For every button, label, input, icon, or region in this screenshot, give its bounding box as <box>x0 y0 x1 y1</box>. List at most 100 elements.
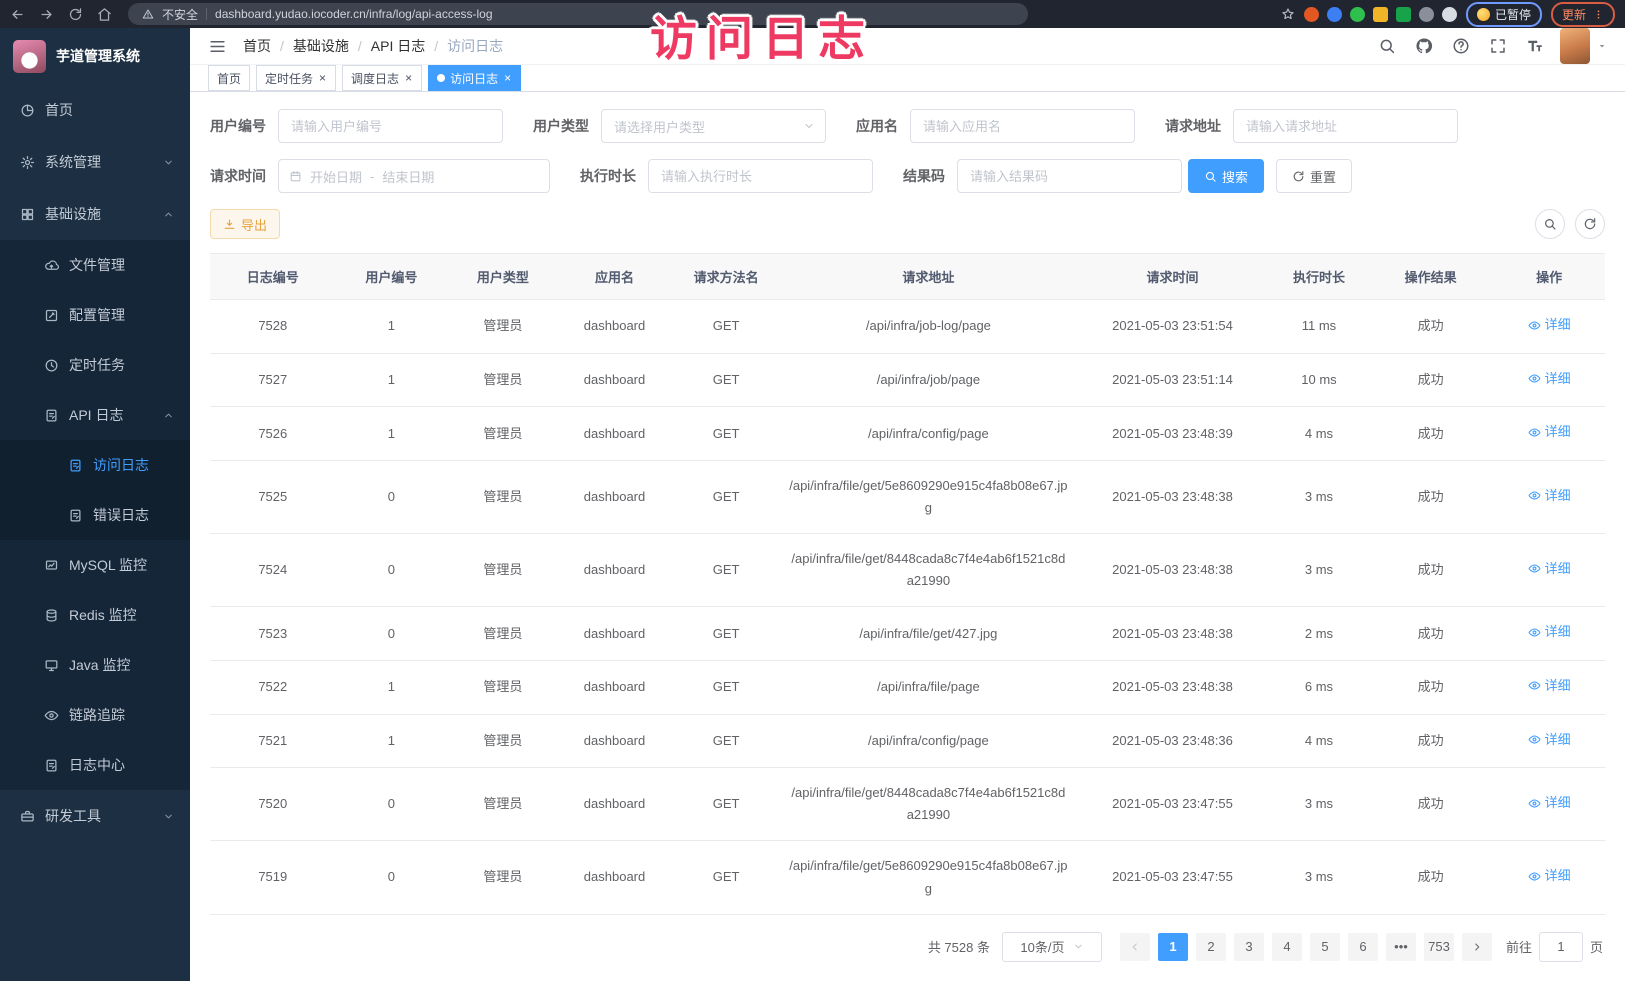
sidebar-item-dev-tools[interactable]: 研发工具 <box>0 790 190 842</box>
start-date-placeholder: 开始日期 <box>310 167 362 186</box>
page-button-5[interactable]: 5 <box>1310 933 1340 961</box>
toggle-search-button[interactable] <box>1535 209 1565 239</box>
browser-forward-icon[interactable] <box>39 7 54 22</box>
breadcrumb-item[interactable]: API 日志 <box>371 36 425 56</box>
sidebar-item-file[interactable]: 文件管理 <box>0 240 190 290</box>
request-time-range-picker[interactable]: 开始日期 - 结束日期 <box>278 159 550 193</box>
browser-home-icon[interactable] <box>97 7 112 22</box>
api-log-icon <box>44 408 59 423</box>
sidebar-item-java[interactable]: Java 监控 <box>0 640 190 690</box>
sidebar-item-trace[interactable]: 链路追踪 <box>0 690 190 740</box>
table-cell: 7527 <box>210 353 336 407</box>
table-cell: dashboard <box>559 714 671 768</box>
app-logo[interactable]: 芋道管理系统 <box>0 28 190 84</box>
reset-button[interactable]: 重置 <box>1276 159 1352 193</box>
detail-link[interactable]: 详细 <box>1528 675 1571 697</box>
github-icon[interactable] <box>1415 37 1433 55</box>
tags-view: 首页定时任务×调度日志×访问日志× <box>190 65 1625 92</box>
sidebar-item-infra[interactable]: 基础设施 <box>0 188 190 240</box>
detail-link[interactable]: 详细 <box>1528 729 1571 751</box>
page-button-3[interactable]: 3 <box>1234 933 1264 961</box>
breadcrumb-item[interactable]: 首页 <box>243 36 271 56</box>
page-button-2[interactable]: 2 <box>1196 933 1226 961</box>
duration-input[interactable] <box>648 159 873 193</box>
sidebar-item-mysql[interactable]: MySQL 监控 <box>0 540 190 590</box>
detail-label: 详细 <box>1545 368 1571 390</box>
goto-page-input[interactable] <box>1539 932 1583 962</box>
browser-back-icon[interactable] <box>10 7 25 22</box>
user-avatar <box>1560 28 1590 64</box>
sidebar-item-redis[interactable]: Redis 监控 <box>0 590 190 640</box>
sidebar-item-config[interactable]: 配置管理 <box>0 290 190 340</box>
page-button-last[interactable]: 753 <box>1424 933 1454 961</box>
header-search-icon[interactable] <box>1378 37 1396 55</box>
tab-定时任务[interactable]: 定时任务× <box>256 65 336 91</box>
more-pages-button[interactable]: ••• <box>1386 933 1416 961</box>
home-icon <box>20 103 35 118</box>
browser-reload-icon[interactable] <box>68 7 83 22</box>
sidebar-item-error-log[interactable]: 错误日志 <box>0 490 190 540</box>
sidebar-item-api-log[interactable]: API 日志 <box>0 390 190 440</box>
close-icon[interactable]: × <box>404 72 413 84</box>
page-button-4[interactable]: 4 <box>1272 933 1302 961</box>
page-button-6[interactable]: 6 <box>1348 933 1378 961</box>
detail-link[interactable]: 详细 <box>1528 368 1571 390</box>
address-bar[interactable]: 不安全 dashboard.yudao.iocoder.cn/infra/log… <box>128 3 1028 25</box>
prev-page-button[interactable] <box>1120 933 1150 961</box>
sidebar-item-job[interactable]: 定时任务 <box>0 340 190 390</box>
page-size-select[interactable]: 10条/页 <box>1002 932 1102 962</box>
extension-blue-shield-icon[interactable] <box>1327 7 1342 22</box>
extension-orange-donut-icon[interactable] <box>1304 7 1319 22</box>
detail-link[interactable]: 详细 <box>1528 485 1571 507</box>
tab-访问日志[interactable]: 访问日志× <box>428 65 521 91</box>
sidebar-item-access-log[interactable]: 访问日志 <box>0 440 190 490</box>
column-header: 操作 <box>1493 254 1605 300</box>
font-size-icon[interactable] <box>1526 37 1544 55</box>
extension-gray-figure-icon[interactable] <box>1419 7 1434 22</box>
url-text: dashboard.yudao.iocoder.cn/infra/log/api… <box>215 7 493 21</box>
result-code-input[interactable] <box>957 159 1182 193</box>
extension-translate-badge-icon[interactable] <box>1396 7 1411 22</box>
detail-label: 详细 <box>1545 485 1571 507</box>
sync-paused-badge[interactable]: 已暂停 <box>1466 2 1542 27</box>
sidebar-item-log-center[interactable]: 日志中心 <box>0 740 190 790</box>
page-button-1[interactable]: 1 <box>1158 933 1188 961</box>
table-cell: GET <box>670 353 782 407</box>
detail-link[interactable]: 详细 <box>1528 314 1571 336</box>
user-type-select[interactable]: 请选择用户类型 <box>601 109 826 143</box>
browser-update-button[interactable]: 更新 <box>1551 2 1615 27</box>
close-icon[interactable]: × <box>318 72 327 84</box>
user-no-input[interactable] <box>278 109 503 143</box>
extension-color-grid-icon[interactable] <box>1373 7 1388 22</box>
tab-调度日志[interactable]: 调度日志× <box>342 65 422 91</box>
search-button[interactable]: 搜索 <box>1188 159 1264 193</box>
detail-link[interactable]: 详细 <box>1528 621 1571 643</box>
extension-light-puzzle-icon[interactable] <box>1442 7 1457 22</box>
detail-link[interactable]: 详细 <box>1528 558 1571 580</box>
bookmark-star-icon[interactable] <box>1281 7 1295 21</box>
table-cell: 2021-05-03 23:51:14 <box>1075 353 1270 407</box>
table-cell: 0 <box>336 768 448 841</box>
request-url-input[interactable] <box>1233 109 1458 143</box>
tab-首页[interactable]: 首页 <box>208 65 250 91</box>
sidebar-collapse-button[interactable] <box>208 37 227 56</box>
fullscreen-icon[interactable] <box>1489 37 1507 55</box>
user-menu[interactable] <box>1560 28 1607 64</box>
app-name-input[interactable] <box>910 109 1135 143</box>
close-icon[interactable]: × <box>503 72 512 84</box>
sidebar-item-system[interactable]: 系统管理 <box>0 136 190 188</box>
help-icon[interactable] <box>1452 37 1470 55</box>
refresh-table-button[interactable] <box>1575 209 1605 239</box>
sidebar-item-home[interactable]: 首页 <box>0 84 190 136</box>
export-button[interactable]: 导出 <box>210 209 280 239</box>
detail-link[interactable]: 详细 <box>1528 421 1571 443</box>
breadcrumb-item[interactable]: 基础设施 <box>293 36 349 56</box>
column-header: 操作结果 <box>1368 254 1494 300</box>
table-cell: 7520 <box>210 768 336 841</box>
detail-link[interactable]: 详细 <box>1528 792 1571 814</box>
table-cell: 2021-05-03 23:48:38 <box>1075 460 1270 533</box>
column-header: 请求地址 <box>782 254 1075 300</box>
detail-link[interactable]: 详细 <box>1528 865 1571 887</box>
extension-green-circle-icon[interactable] <box>1350 7 1365 22</box>
next-page-button[interactable] <box>1462 933 1492 961</box>
